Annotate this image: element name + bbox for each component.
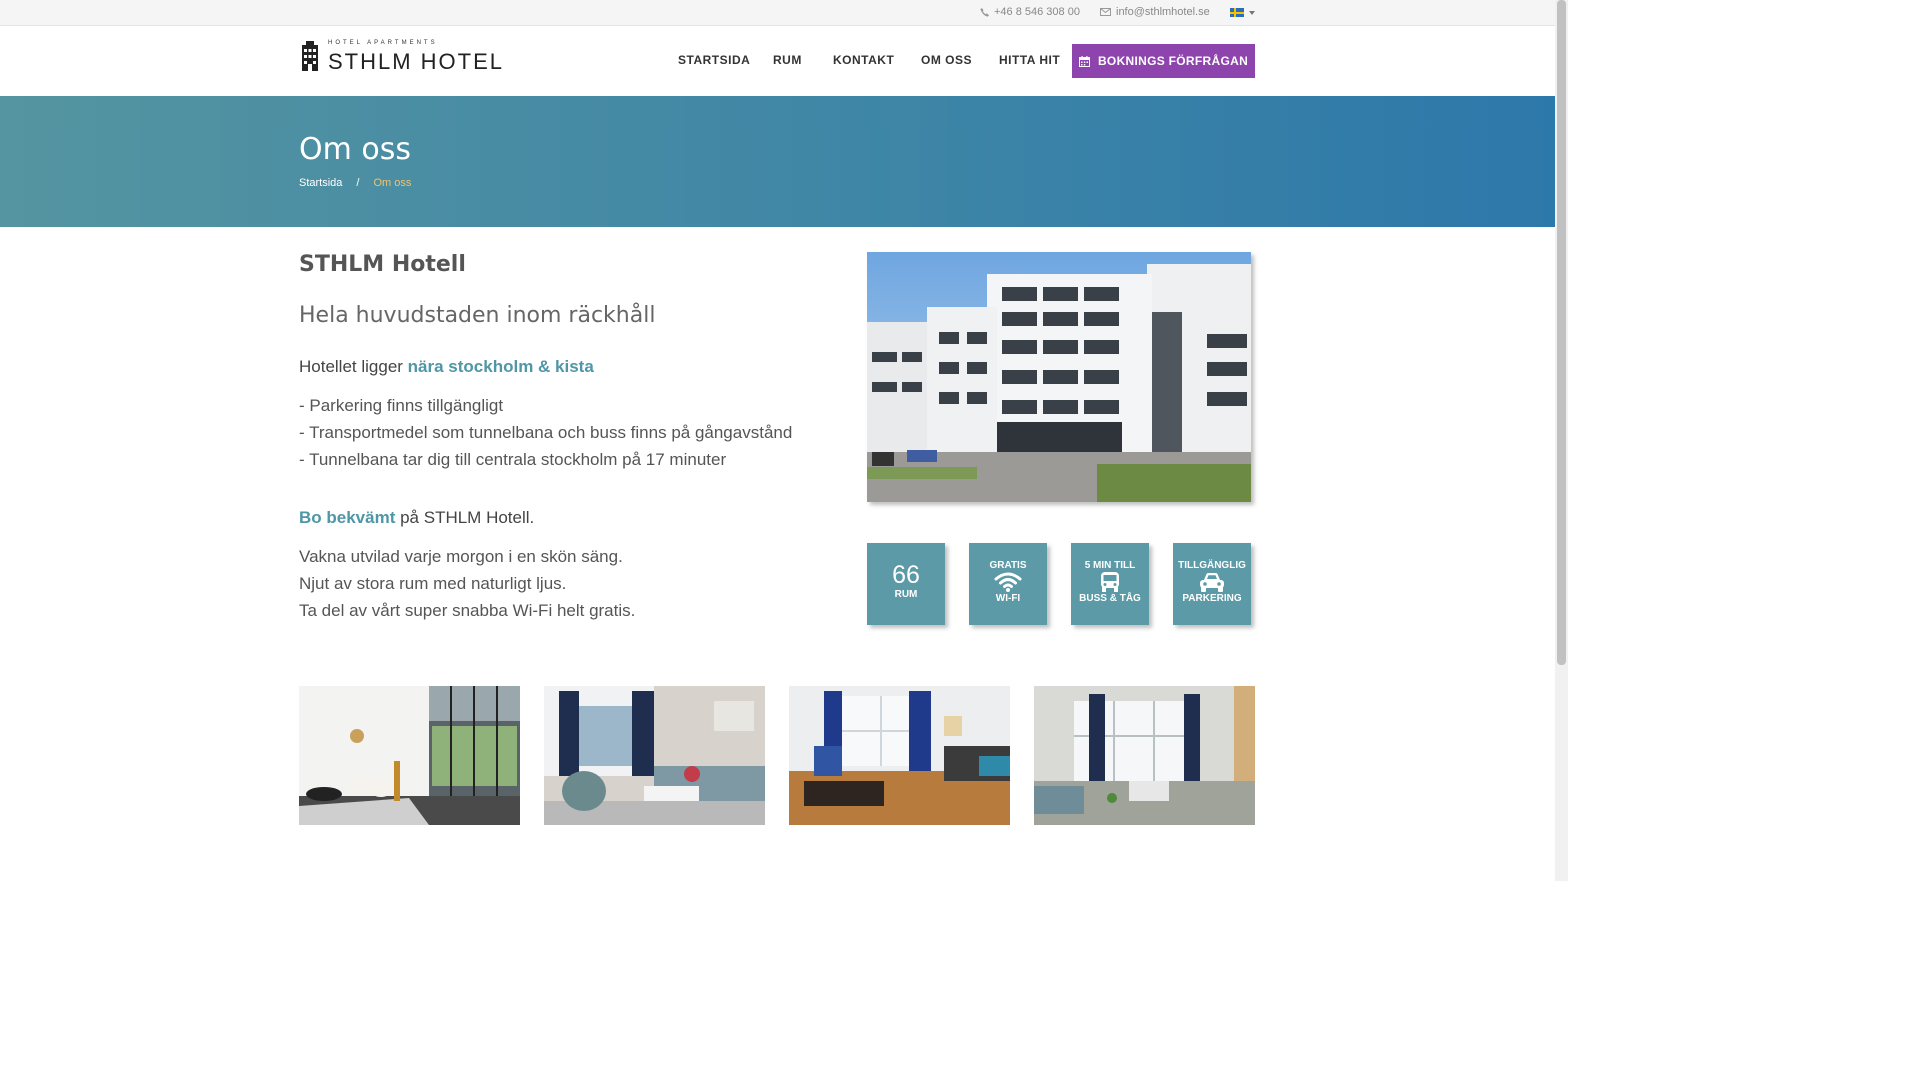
amenities-list: - Parkering finns tillgängligt - Transpo…	[299, 392, 792, 473]
nav-item-om-oss[interactable]: OM OSS	[921, 53, 972, 67]
gallery-image-lobby[interactable]	[299, 686, 520, 825]
phone-contact[interactable]: +46 8 546 308 00	[980, 6, 1080, 18]
nav-item-kontakt[interactable]: KONTAKT	[833, 53, 894, 67]
chevron-down-icon	[1249, 10, 1255, 15]
page-hero-banner: Om oss Startsida / Om oss	[0, 96, 1555, 227]
breadcrumb-current: Om oss	[373, 177, 412, 189]
phone-icon	[980, 7, 989, 17]
logo-wordmark: STHLM HOTEL	[328, 49, 505, 74]
breadcrumb-home-link[interactable]: Startsida	[299, 177, 342, 189]
nav-item-hitta-hit[interactable]: HITTA HIT	[999, 53, 1060, 67]
envelope-icon	[1100, 8, 1111, 16]
logo-tagline: HOTEL APARTMENTS	[328, 40, 438, 46]
rooms-count: 66	[892, 561, 920, 589]
list-item: - Parkering finns tillgängligt	[299, 396, 504, 415]
gallery-image-apartment[interactable]	[1034, 686, 1255, 825]
swedish-flag-icon	[1230, 8, 1244, 17]
booking-request-button[interactable]: BOKNINGS FÖRFRÅGAN	[1072, 44, 1255, 78]
list-item: Vakna utvilad varje morgon i en skön sän…	[299, 547, 623, 566]
calendar-icon	[1078, 55, 1090, 67]
bus-icon	[1101, 572, 1119, 592]
comfort-suffix: på STHLM Hotell.	[395, 508, 535, 527]
parking-tile: TILLGÄNGLIG PARKERING	[1173, 543, 1251, 625]
gallery-image-living-room[interactable]	[544, 686, 765, 825]
list-item: Ta del av vårt super snabba Wi-Fi helt g…	[299, 601, 636, 620]
comfort-heading: Bo bekvämt på STHLM Hotell.	[299, 508, 534, 528]
email-contact[interactable]: info@sthlmhotel.se	[1100, 6, 1210, 18]
list-item: Njut av stora rum med naturligt ljus.	[299, 574, 567, 593]
breadcrumb-separator: /	[356, 177, 360, 189]
email-address[interactable]: info@sthlmhotel.se	[1116, 6, 1210, 18]
nav-item-rum[interactable]: RUM	[773, 53, 802, 67]
site-logo[interactable]: HOTEL APARTMENTS STHLM HOTEL	[300, 40, 502, 74]
car-icon	[1200, 573, 1224, 592]
parking-tile-top: TILLGÄNGLIG	[1178, 560, 1246, 571]
section-title: STHLM Hotell	[299, 252, 466, 277]
transport-tile: 5 MIN TILL BUSS & TÅG	[1071, 543, 1149, 625]
section-subtitle: Hela huvudstaden inom räckhåll	[299, 303, 656, 328]
hotel-building-photo	[867, 252, 1251, 502]
booking-button-label: BOKNINGS FÖRFRÅGAN	[1097, 54, 1249, 68]
parking-tile-bottom: PARKERING	[1182, 593, 1242, 604]
transport-tile-bottom: BUSS & TÅG	[1079, 593, 1141, 604]
breadcrumb: Startsida / Om oss	[299, 177, 411, 189]
comfort-highlight: Bo bekvämt	[299, 508, 396, 527]
hotel-building-logo-icon	[302, 41, 318, 71]
phone-number[interactable]: +46 8 546 308 00	[994, 6, 1080, 18]
wifi-tile: GRATIS WI-FI	[969, 543, 1047, 625]
transport-tile-top: 5 MIN TILL	[1084, 560, 1136, 571]
page-scrollbar[interactable]	[1555, 0, 1568, 881]
rooms-count-tile: 66 RUM	[867, 543, 945, 625]
wifi-icon	[994, 572, 1022, 592]
wifi-tile-top: GRATIS	[989, 560, 1027, 571]
language-selector[interactable]	[1230, 8, 1255, 17]
gallery-image-bedroom[interactable]	[789, 686, 1010, 825]
location-paragraph: Hotellet ligger nära stockholm & kista	[299, 357, 594, 377]
location-prefix: Hotellet ligger	[299, 357, 408, 376]
page-title: Om oss	[299, 132, 411, 167]
wifi-tile-bottom: WI-FI	[995, 593, 1021, 604]
site-header: HOTEL APARTMENTS STHLM HOTEL STARTSIDA R…	[0, 26, 1555, 96]
list-item: - Tunnelbana tar dig till centrala stock…	[299, 450, 727, 469]
top-utility-bar: +46 8 546 308 00 info@sthlmhotel.se	[0, 0, 1555, 26]
location-highlight: nära stockholm & kista	[407, 357, 594, 376]
rooms-label: RUM	[894, 589, 918, 600]
list-item: - Transportmedel som tunnelbana och buss…	[299, 423, 793, 442]
scrollbar-thumb[interactable]	[1557, 0, 1566, 665]
nav-item-startsida[interactable]: STARTSIDA	[678, 53, 750, 67]
comfort-list: Vakna utvilad varje morgon i en skön sän…	[299, 543, 635, 624]
